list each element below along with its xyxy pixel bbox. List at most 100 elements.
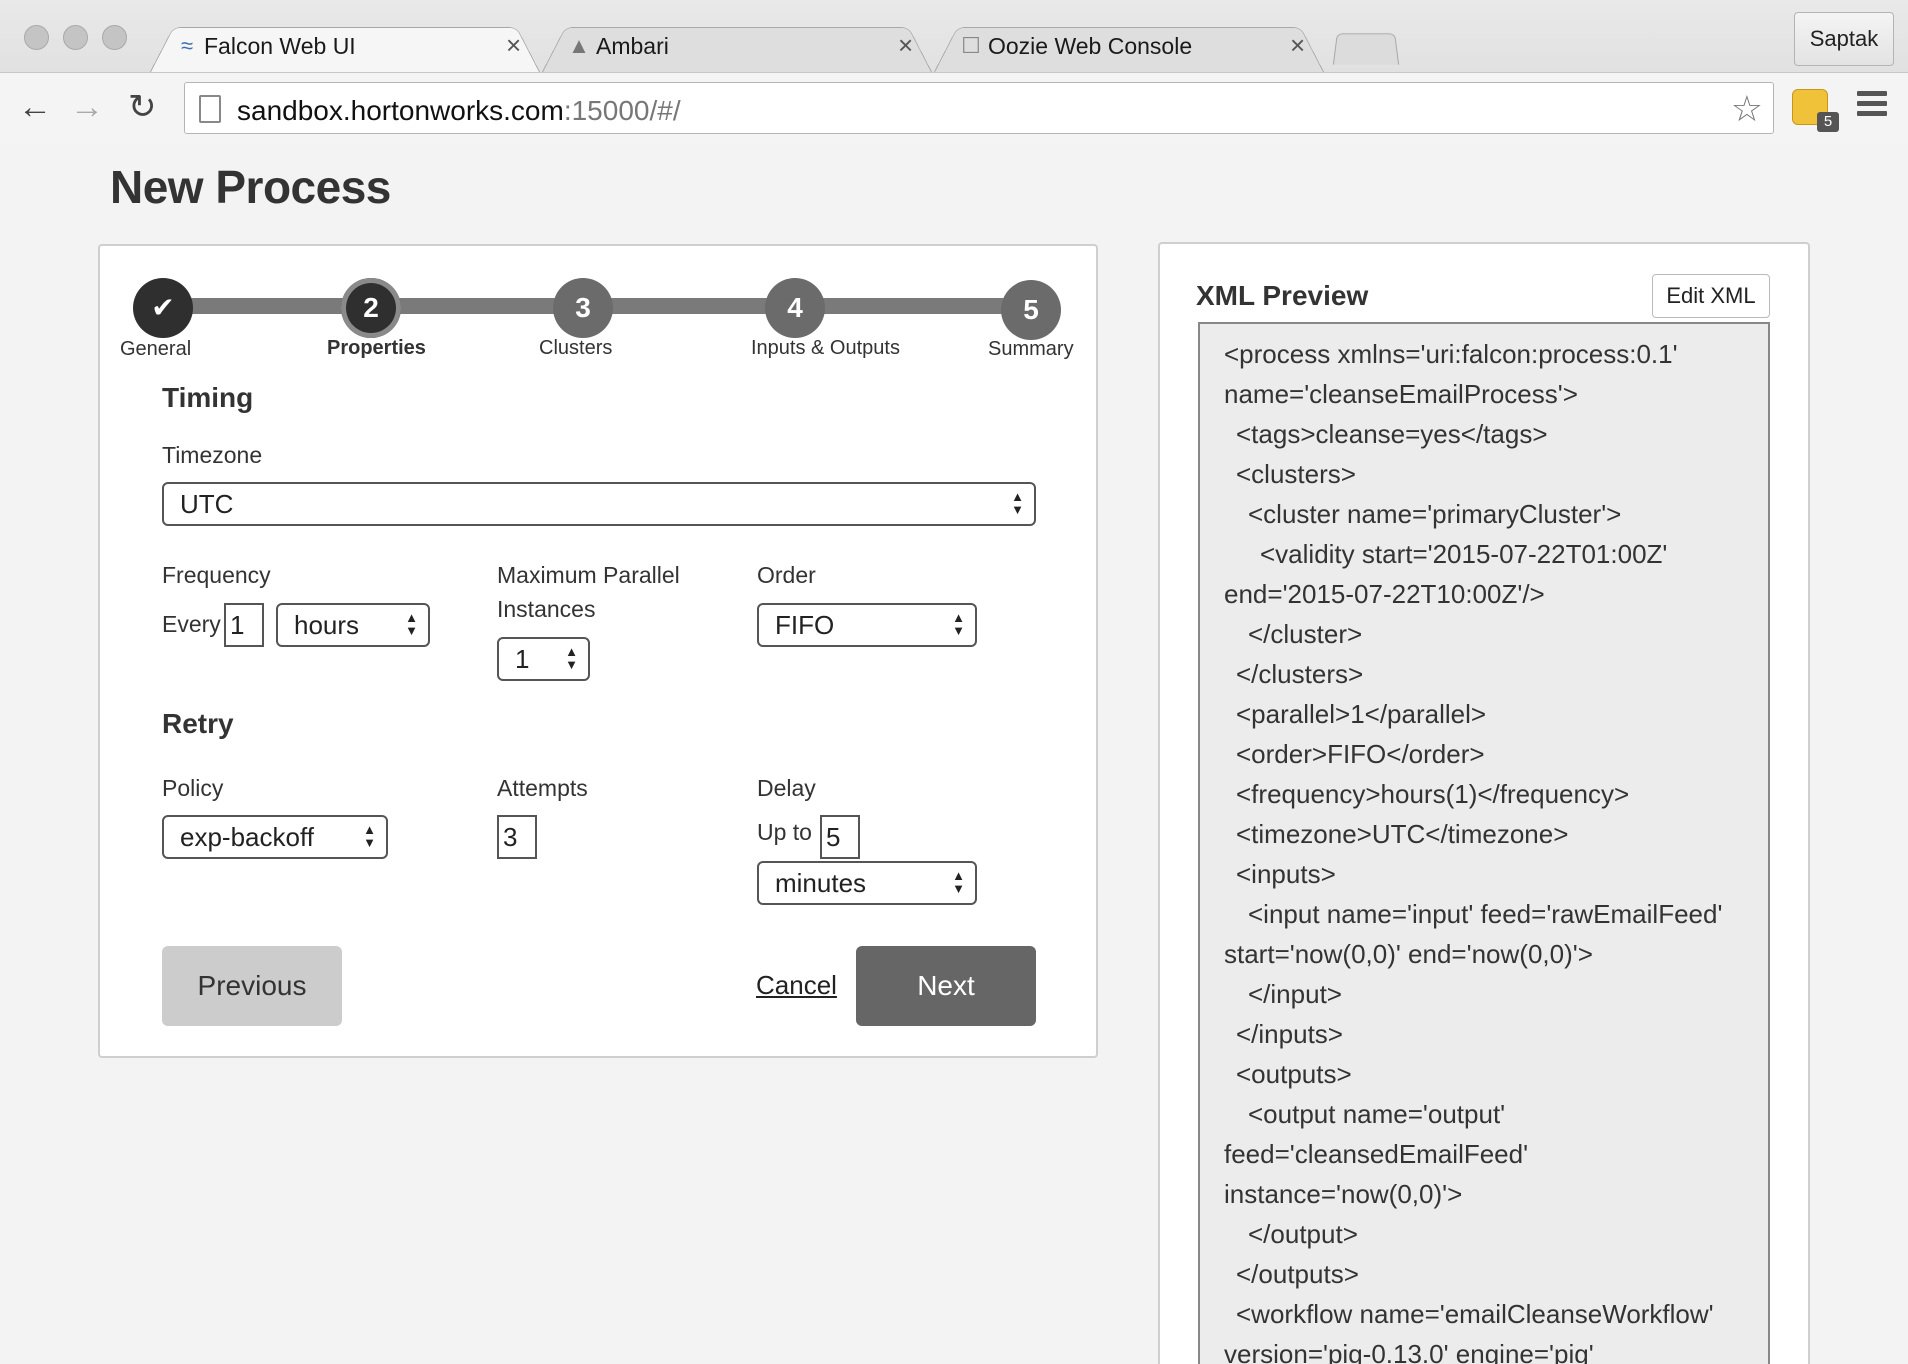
xml-line: </clusters> [1236,659,1364,689]
tab-falcon-web-ui[interactable]: ≈ Falcon Web UI × [150,20,540,72]
xml-line: version='pig-0.13.0' engine='pig' [1224,1339,1594,1364]
xml-preview-title: XML Preview [1196,280,1369,311]
window-close-button[interactable] [24,25,49,50]
tab-title: Falcon Web UI [204,33,356,59]
xml-line: <input name='input' feed='rawEmailFeed' [1248,899,1723,929]
xml-line: <outputs> [1236,1059,1352,1089]
xml-line: <tags>cleanse=yes</tags> [1236,419,1548,449]
delay-unit-select[interactable]: minutes ▲ ▼ [757,861,977,905]
wizard-card [98,244,1098,1058]
xml-line: <order>FIFO</order> [1236,739,1485,769]
xml-line: <validity start='2015-07-22T01:00Z' [1260,539,1668,569]
xml-preview-content[interactable]: <process xmlns='uri:falcon:process:0.1' n… [1198,322,1770,1364]
select-arrows-icon: ▲ ▼ [405,610,418,638]
browser-chrome: ≈ Falcon Web UI × ▲ Ambari × ☐ Oozie Web… [0,0,1908,144]
timezone-value: UTC [180,489,234,519]
new-tab-button[interactable] [1332,33,1400,65]
xml-line: <timezone>UTC</timezone> [1236,819,1569,849]
order-select[interactable]: FIFO ▲ ▼ [757,603,977,647]
delay-label: Delay [757,775,816,801]
xml-line: end='2015-07-22T10:00Z'/> [1224,579,1545,609]
up-to-label: Up to [757,819,812,845]
delay-value-input[interactable]: 5 [820,815,860,859]
step-summary[interactable]: 5 [1001,280,1061,340]
step-label-inputs-outputs[interactable]: Inputs & Outputs [751,337,900,360]
close-icon[interactable]: × [898,30,913,61]
attempts-input[interactable]: 3 [497,815,537,859]
extension-icon[interactable]: 5 [1792,89,1839,132]
extension-badge: 5 [1817,112,1839,132]
close-icon[interactable]: × [1290,30,1305,61]
select-arrows-icon: ▲ ▼ [1011,489,1024,517]
tab-oozie-web-console[interactable]: ☐ Oozie Web Console × [934,20,1324,72]
back-arrow-icon[interactable]: ← [18,87,52,127]
window-minimize-button[interactable] [63,25,88,50]
max-parallel-label-line2: Instances [497,596,596,622]
bookmark-star-icon[interactable]: ☆ [1731,89,1763,129]
xml-line: <parallel>1</parallel> [1236,699,1487,729]
xml-line: </output> [1248,1219,1358,1249]
close-icon[interactable]: × [506,30,521,61]
tab-ambari[interactable]: ▲ Ambari × [542,20,932,72]
step-label-clusters[interactable]: Clusters [539,337,612,360]
previous-button[interactable]: Previous [162,946,342,1026]
xml-line: </input> [1248,979,1342,1009]
frequency-unit-select[interactable]: hours ▲ ▼ [276,603,430,647]
toolbar: ← → ↻ sandbox.hortonworks.com:15000/#/ ☆… [0,72,1908,144]
delay-unit-value: minutes [775,868,867,898]
url-text: sandbox.hortonworks.com:15000/#/ [237,95,681,126]
select-arrows-icon: ▲ ▼ [565,644,578,672]
window-zoom-button[interactable] [102,25,127,50]
edit-xml-button[interactable]: Edit XML [1652,274,1770,318]
reload-icon[interactable]: ↻ [128,87,157,127]
select-arrows-icon: ▲ ▼ [952,610,965,638]
select-arrows-icon: ▲ ▼ [363,822,376,850]
retry-policy-value: exp-backoff [180,822,314,852]
page-icon: ☐ [961,33,981,58]
timezone-select[interactable]: UTC ▲ ▼ [162,482,1036,526]
frequency-every-input[interactable]: 1 [224,603,264,647]
max-parallel-select[interactable]: 1 ▲ ▼ [497,637,590,681]
step-label-general[interactable]: General [120,338,191,361]
xml-line: <clusters> [1236,459,1356,489]
step-general-check[interactable]: ✔ [133,278,193,338]
step-inputs-outputs[interactable]: 4 [765,278,825,338]
timezone-label: Timezone [162,442,263,468]
retry-policy-select[interactable]: exp-backoff ▲ ▼ [162,815,388,859]
cancel-link[interactable]: Cancel [756,970,837,1001]
xml-line: <frequency>hours(1)</frequency> [1236,779,1630,809]
every-label: Every [162,611,221,637]
xml-line: </outputs> [1236,1259,1359,1289]
xml-line: <inputs> [1236,859,1336,889]
step-label-properties[interactable]: Properties [327,337,426,360]
policy-label: Policy [162,775,224,801]
xml-line: instance='now(0,0)'> [1224,1179,1463,1209]
xml-line: <process xmlns='uri:falcon:process:0.1' [1224,339,1678,369]
forward-arrow-icon[interactable]: → [70,87,104,127]
step-clusters[interactable]: 3 [553,278,613,338]
profile-button[interactable]: Saptak [1794,12,1894,66]
timing-section-title: Timing [162,382,254,413]
ambari-icon: ▲ [568,33,590,58]
max-parallel-label-line1: Maximum Parallel [497,562,680,588]
xml-line: </inputs> [1236,1019,1343,1049]
xml-line: <cluster name='primaryCluster'> [1248,499,1622,529]
tab-title: Ambari [596,33,669,59]
menu-icon[interactable] [1857,91,1887,121]
max-parallel-value: 1 [515,644,530,674]
xml-line: start='now(0,0)' end='now(0,0)'> [1224,939,1593,969]
next-button[interactable]: Next [856,946,1036,1026]
page-title: New Process [110,161,391,213]
step-label-summary[interactable]: Summary [988,338,1074,361]
address-bar[interactable]: sandbox.hortonworks.com:15000/#/ ☆ [184,82,1774,134]
retry-section-title: Retry [162,708,234,739]
xml-line: feed='cleansedEmailFeed' [1224,1139,1529,1169]
attempts-label: Attempts [497,775,588,801]
xml-line: name='cleanseEmailProcess'> [1224,379,1578,409]
order-label: Order [757,562,816,588]
step-properties[interactable]: 2 [341,278,401,338]
tab-title: Oozie Web Console [988,33,1193,59]
frequency-label: Frequency [162,562,271,588]
order-value: FIFO [775,610,835,640]
xml-line: </cluster> [1248,619,1363,649]
